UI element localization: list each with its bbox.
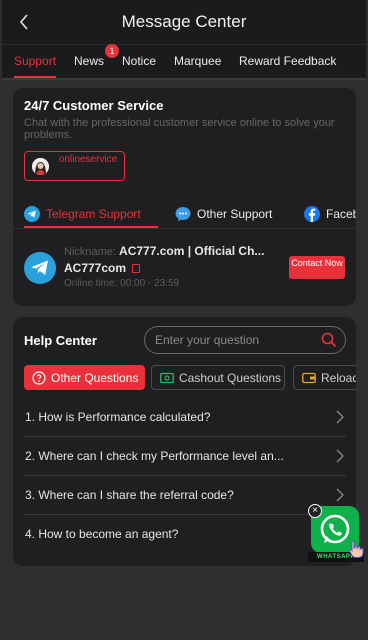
whatsapp-widget[interactable]: × WHATSAPP <box>308 504 364 562</box>
wallet-icon <box>302 371 316 385</box>
category-cashout-questions[interactable]: Cashout Questions <box>151 365 285 390</box>
news-badge: 1 <box>105 44 119 58</box>
chevron-right-icon <box>336 488 344 502</box>
channel-label-other: Other Support <box>197 207 273 221</box>
chevron-right-icon <box>336 449 344 463</box>
help-center-title: Help Center <box>24 333 97 348</box>
question-item[interactable]: 4. How to become an agent? <box>24 515 346 554</box>
nickname-label: Nickname: <box>64 246 116 258</box>
tab-notice[interactable]: Notice <box>122 54 156 68</box>
category-reload-questions[interactable]: Reload Questions <box>293 365 356 390</box>
agent-avatar <box>32 158 49 175</box>
nickname-value: AC777.com | Official Ch... <box>119 244 265 258</box>
category-label-cashout: Cashout Questions <box>179 370 282 385</box>
nickname-row: Nickname: AC777.com | Official Ch... <box>64 244 264 258</box>
online-time-value: 00:00 - 23:59 <box>120 278 180 289</box>
top-tabs: Support News Notice Marquee Reward Feedb… <box>2 44 366 78</box>
facebook-icon <box>304 206 320 222</box>
question-search-input[interactable] <box>155 331 315 349</box>
page-title: Message Center <box>121 12 247 31</box>
handle-row: AC777com <box>64 261 141 275</box>
contact-handle: AC777com <box>64 261 127 275</box>
question-item[interactable]: 2. Where can I check my Performance leve… <box>24 437 346 476</box>
category-label-other: Other Questions <box>51 370 139 385</box>
customer-service-title: 24/7 Customer Service <box>24 98 164 113</box>
agent-chip[interactable]: onlineservice <box>24 151 125 181</box>
question-text: 1. How is Performance calculated? <box>25 410 211 424</box>
telegram-icon <box>24 206 40 222</box>
tab-news[interactable]: News <box>74 54 104 68</box>
category-label-reload: Reload Questions <box>321 370 356 385</box>
chat-icon <box>175 206 191 222</box>
channel-tab-other[interactable]: Other Support <box>175 204 272 224</box>
category-other-questions[interactable]: Other Questions <box>24 365 145 390</box>
page: Message Center Support News Notice Marqu… <box>2 0 366 640</box>
question-categories: Other Questions Cashout Questions Reload… <box>13 365 356 393</box>
online-time-row: Online time: 00:00 - 23:59 <box>64 278 179 289</box>
tab-support[interactable]: Support <box>14 54 56 68</box>
agent-name: onlineservice <box>58 154 118 165</box>
question-circle-icon <box>32 370 46 385</box>
question-item[interactable]: 1. How is Performance calculated? <box>24 398 346 437</box>
search-icon[interactable] <box>321 332 337 348</box>
question-text: 2. Where can I check my Performance leve… <box>25 449 284 463</box>
chevron-right-icon <box>336 410 344 424</box>
help-center-card: Help Center Other Questions Cashout Ques… <box>13 317 356 566</box>
channel-tab-telegram[interactable]: Telegram Support <box>24 204 141 224</box>
tab-reward-feedback[interactable]: Reward Feedback <box>239 54 336 68</box>
tabs-divider <box>2 78 366 80</box>
question-text: 4. How to become an agent? <box>25 527 179 541</box>
question-search[interactable] <box>144 326 346 354</box>
copy-icon[interactable] <box>132 264 141 273</box>
telegram-logo-icon <box>24 252 56 284</box>
question-item[interactable]: 3. Where can I share the referral code? <box>24 476 346 515</box>
online-time-label: Online time: <box>64 278 118 289</box>
channel-tab-facebook[interactable]: Facebook <box>304 204 356 224</box>
tab-marquee[interactable]: Marquee <box>174 54 221 68</box>
whatsapp-close-button[interactable]: × <box>308 504 322 518</box>
customer-service-subtitle: Chat with the professional customer serv… <box>24 117 335 141</box>
question-text: 3. Where can I share the referral code? <box>25 488 234 502</box>
header: Message Center <box>2 0 366 44</box>
channel-divider <box>13 228 356 229</box>
contact-now-button[interactable]: Contact Now <box>289 256 345 279</box>
customer-service-card: 24/7 Customer Service Chat with the prof… <box>13 88 356 306</box>
pointer-hand-icon <box>348 540 364 558</box>
channel-label-telegram: Telegram Support <box>46 207 141 221</box>
channel-label-facebook: Facebook <box>326 207 356 221</box>
cash-icon <box>160 371 174 385</box>
